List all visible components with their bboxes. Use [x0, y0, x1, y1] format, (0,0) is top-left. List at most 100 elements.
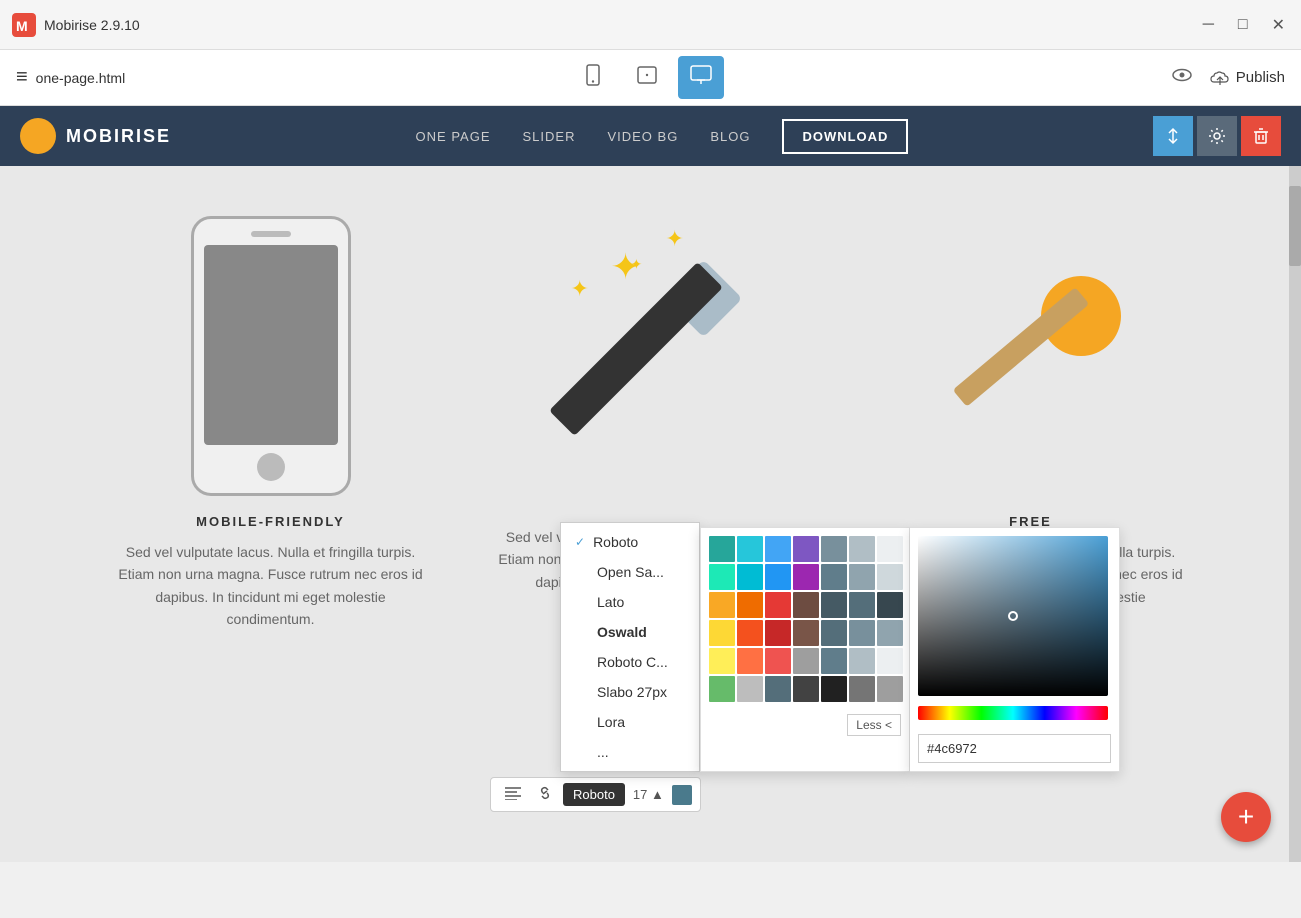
- swatch-2[interactable]: [737, 536, 763, 562]
- nav-logo: [20, 118, 56, 154]
- font-item-more[interactable]: ...: [561, 737, 699, 767]
- text-align-button[interactable]: [499, 782, 527, 807]
- font-oswald-label: Oswald: [597, 624, 647, 640]
- font-roboto-label: Roboto: [593, 534, 638, 550]
- desktop-view-button[interactable]: [678, 56, 724, 99]
- font-family-button[interactable]: Roboto: [563, 783, 625, 806]
- swatch-34[interactable]: [849, 648, 875, 674]
- swatch-13[interactable]: [849, 564, 875, 590]
- publish-button[interactable]: Publish: [1210, 68, 1285, 88]
- less-button[interactable]: Less <: [847, 714, 901, 736]
- swatch-42[interactable]: [877, 676, 903, 702]
- color-swatch-button[interactable]: [672, 785, 692, 805]
- color-input-row: [918, 734, 1111, 763]
- scrollbar[interactable]: [1289, 166, 1301, 862]
- font-item-robotoc[interactable]: Roboto C...: [561, 647, 699, 677]
- toolbar-left: ≡ one-page.html: [16, 66, 125, 89]
- star-3-icon: ✦: [571, 276, 589, 302]
- swatch-9[interactable]: [737, 564, 763, 590]
- swatch-16[interactable]: [737, 592, 763, 618]
- font-toolbar: Roboto 17 ▲: [490, 777, 701, 812]
- link-icon: [537, 786, 553, 800]
- nav-action-icons: [1153, 116, 1281, 156]
- font-lora-label: Lora: [597, 714, 625, 730]
- font-item-oswald[interactable]: Oswald: [561, 617, 699, 647]
- swatch-10[interactable]: [765, 564, 791, 590]
- swatch-29[interactable]: [709, 648, 735, 674]
- swatch-28[interactable]: [877, 620, 903, 646]
- swatch-36[interactable]: [709, 676, 735, 702]
- nav-action-settings[interactable]: [1197, 116, 1237, 156]
- font-item-roboto[interactable]: ✓ Roboto: [561, 527, 699, 557]
- nav-bar: MOBIRISE ONE PAGE SLIDER VIDEO BG BLOG D…: [0, 106, 1301, 166]
- swatch-26[interactable]: [821, 620, 847, 646]
- font-dropdown: ✓ Roboto Open Sa... Lato Oswald Roboto C…: [560, 522, 700, 772]
- hue-bar[interactable]: [918, 706, 1108, 720]
- font-item-opensans[interactable]: Open Sa...: [561, 557, 699, 587]
- swatch-31[interactable]: [765, 648, 791, 674]
- swatch-39[interactable]: [793, 676, 819, 702]
- color-picker-area: Less <: [700, 527, 1120, 772]
- swatch-20[interactable]: [849, 592, 875, 618]
- swatch-32[interactable]: [793, 648, 819, 674]
- arrow-illustration-area: [871, 206, 1191, 506]
- nav-action-delete[interactable]: [1241, 116, 1281, 156]
- swatch-40[interactable]: [821, 676, 847, 702]
- tablet-view-button[interactable]: [624, 56, 670, 99]
- scrollbar-thumb: [1289, 186, 1301, 266]
- swatch-17[interactable]: [765, 592, 791, 618]
- main-content: MOBILE-FRIENDLY Sed vel vulputate lacus.…: [0, 166, 1301, 862]
- swatch-4[interactable]: [793, 536, 819, 562]
- font-size-display: 17 ▲: [629, 787, 668, 802]
- nav-link-blog[interactable]: BLOG: [710, 129, 750, 144]
- mobile-view-button[interactable]: [570, 56, 616, 99]
- link-button[interactable]: [531, 782, 559, 807]
- check-icon: ✓: [575, 535, 585, 549]
- swatch-22[interactable]: [709, 620, 735, 646]
- swatch-37[interactable]: [737, 676, 763, 702]
- swatch-7[interactable]: [877, 536, 903, 562]
- swatch-11[interactable]: [793, 564, 819, 590]
- font-item-slabo[interactable]: Slabo 27px: [561, 677, 699, 707]
- font-item-lora[interactable]: Lora: [561, 707, 699, 737]
- maximize-button[interactable]: □: [1234, 11, 1252, 39]
- nav-link-slider[interactable]: SLIDER: [523, 129, 576, 144]
- swatch-6[interactable]: [849, 536, 875, 562]
- swatch-21[interactable]: [877, 592, 903, 618]
- color-hex-input[interactable]: [918, 734, 1111, 763]
- swatch-23[interactable]: [737, 620, 763, 646]
- swatch-35[interactable]: [877, 648, 903, 674]
- feature-desc-1: Sed vel vulputate lacus. Nulla et fringi…: [111, 541, 431, 631]
- nav-action-arrange[interactable]: [1153, 116, 1193, 156]
- svg-text:M: M: [16, 18, 28, 34]
- file-name: one-page.html: [36, 70, 126, 86]
- swatch-30[interactable]: [737, 648, 763, 674]
- swatch-14[interactable]: [877, 564, 903, 590]
- add-icon: +: [1238, 801, 1254, 833]
- swatch-38[interactable]: [765, 676, 791, 702]
- preview-button[interactable]: [1170, 63, 1194, 93]
- font-item-lato[interactable]: Lato: [561, 587, 699, 617]
- font-robotoc-label: Roboto C...: [597, 654, 668, 670]
- swatch-15[interactable]: [709, 592, 735, 618]
- swatch-5[interactable]: [821, 536, 847, 562]
- swatch-27[interactable]: [849, 620, 875, 646]
- add-section-button[interactable]: +: [1221, 792, 1271, 842]
- spectrum-canvas[interactable]: [918, 536, 1108, 696]
- swatch-12[interactable]: [821, 564, 847, 590]
- swatch-41[interactable]: [849, 676, 875, 702]
- swatch-25[interactable]: [793, 620, 819, 646]
- minimize-button[interactable]: ─: [1199, 11, 1218, 39]
- nav-link-videobg[interactable]: VIDEO BG: [607, 129, 678, 144]
- swatch-19[interactable]: [821, 592, 847, 618]
- swatch-24[interactable]: [765, 620, 791, 646]
- nav-download-button[interactable]: DOWNLOAD: [782, 119, 908, 154]
- swatch-18[interactable]: [793, 592, 819, 618]
- swatch-3[interactable]: [765, 536, 791, 562]
- hamburger-icon[interactable]: ≡: [16, 66, 28, 89]
- swatch-8[interactable]: [709, 564, 735, 590]
- close-button[interactable]: ✕: [1268, 11, 1289, 39]
- swatch-33[interactable]: [821, 648, 847, 674]
- nav-link-onepage[interactable]: ONE PAGE: [416, 129, 491, 144]
- swatch-1[interactable]: [709, 536, 735, 562]
